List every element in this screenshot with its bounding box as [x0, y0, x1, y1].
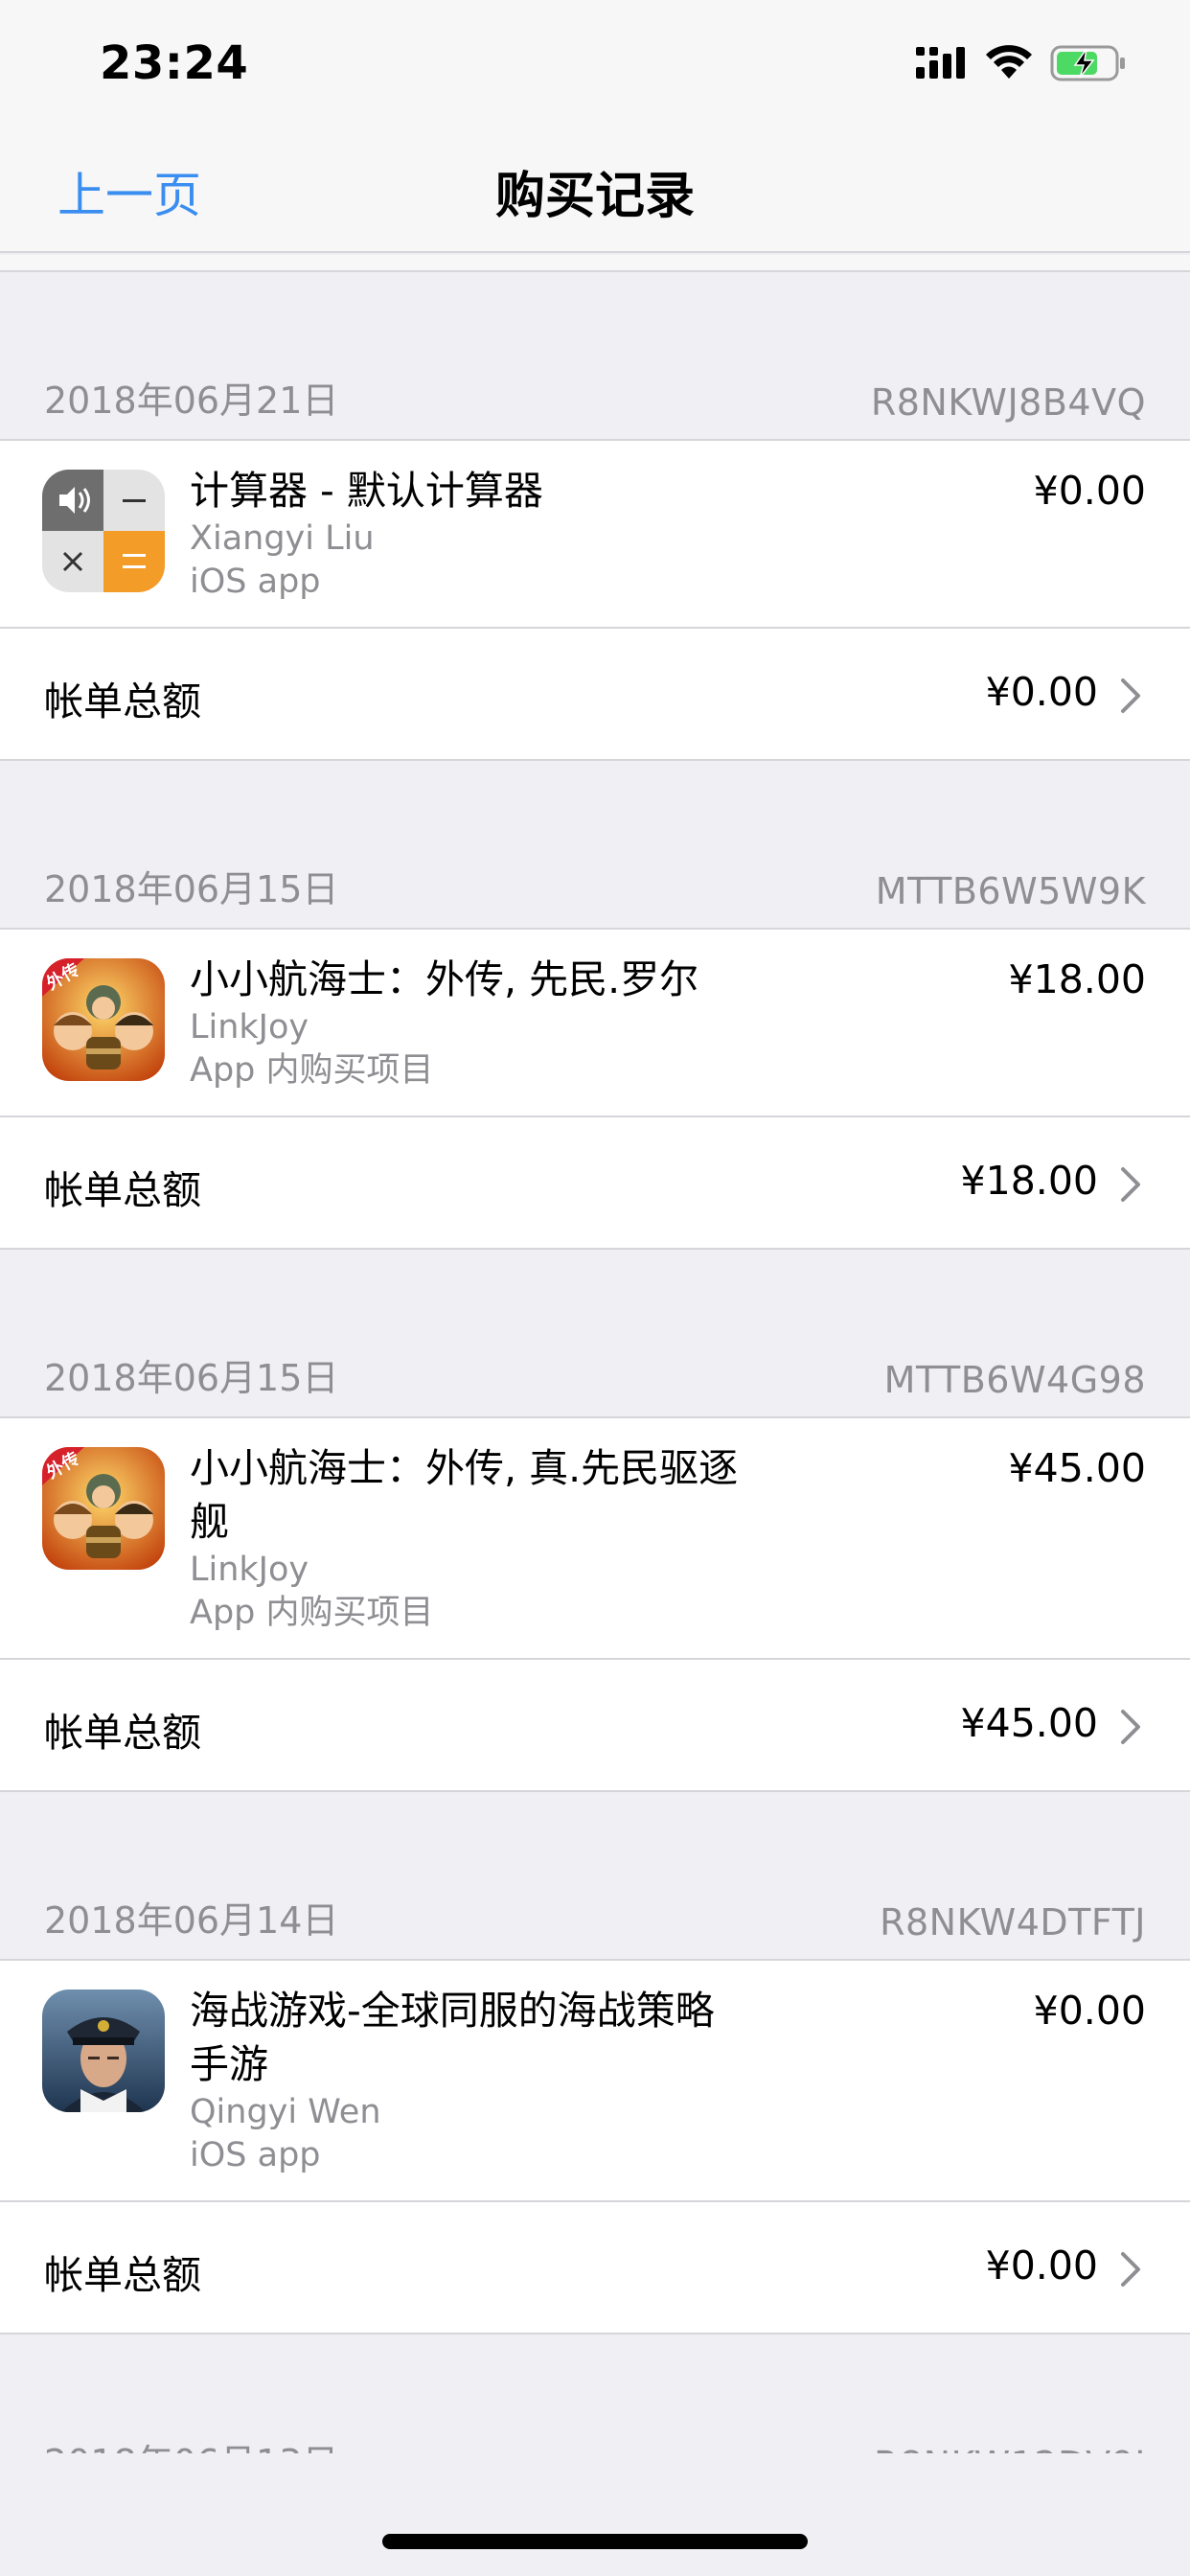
order-id: MTTB6W4G98	[883, 1359, 1146, 1401]
status-bar: 23:24	[0, 0, 1190, 126]
bill-total-row[interactable]: 帐单总额 ¥0.00	[0, 629, 1190, 761]
item-price: ¥45.00	[1008, 1445, 1146, 1491]
bill-total-label: 帐单总额	[44, 2252, 201, 2298]
item-title: 小小航海士：外传, 真.先民驱逐	[190, 1445, 739, 1491]
item-info: 计算器 - 默认计算器 Xiangyi Liu iOS app	[190, 464, 784, 604]
item-type: App 内购买项目	[190, 1594, 434, 1632]
item-developer: Xiangyi Liu	[190, 519, 375, 558]
naval-captain-game-icon	[42, 1990, 165, 2112]
purchase-item-row[interactable]: 外传 小小航海士：外传, 真.先民驱逐 舰 LinkJoy App 内购买项目 …	[0, 1416, 1190, 1660]
group-header: 2018年06月14日 R8NKW4DTFTJ	[0, 1792, 1190, 1959]
purchase-date: 2018年06月14日	[44, 1899, 339, 1942]
navigator-game-icon: 外传	[42, 1447, 165, 1570]
battery-charging-icon	[1050, 45, 1125, 81]
bill-total-label: 帐单总额	[44, 678, 201, 724]
calculator-app-icon	[42, 470, 165, 592]
item-type: App 内购买项目	[190, 1051, 434, 1090]
item-info: 小小航海士：外传, 真.先民驱逐 舰 LinkJoy App 内购买项目	[190, 1441, 784, 1635]
purchase-date: 2018年06月15日	[44, 1357, 339, 1399]
chevron-right-icon	[1121, 1167, 1140, 1202]
item-type: iOS app	[190, 563, 321, 601]
purchase-item-row[interactable]: 计算器 - 默认计算器 Xiangyi Liu iOS app ¥0.00	[0, 439, 1190, 629]
bill-total-amount: ¥0.00	[985, 669, 1098, 715]
top-divider	[0, 255, 1190, 272]
bill-total-label: 帐单总额	[44, 1710, 201, 1756]
wifi-icon	[986, 45, 1032, 79]
purchase-date: 2018年06月21日	[44, 380, 339, 422]
item-title: 海战游戏-全球同服的海战策略	[190, 1988, 715, 2034]
order-id: R8NKW4DTFTJ	[880, 1901, 1146, 1944]
item-developer: Qingyi Wen	[190, 2093, 381, 2131]
purchase-date: 2018年06月15日	[44, 868, 339, 910]
item-price: ¥0.00	[1033, 468, 1146, 514]
item-price: ¥18.00	[1008, 956, 1146, 1002]
item-title-continued: 手游	[190, 2041, 268, 2087]
bill-total-amount: ¥0.00	[985, 2242, 1098, 2288]
navigation-bar: 上一页 购买记录	[0, 126, 1190, 253]
item-type: iOS app	[190, 2136, 321, 2174]
group-header: 2018年06月15日 MTTB6W4G98	[0, 1250, 1190, 1416]
purchase-group: 2018年06月15日 MTTB6W4G98 外传 小小航海士：外传, 真.先民…	[0, 1250, 1190, 1792]
bill-total-amount: ¥45.00	[960, 1700, 1098, 1746]
chevron-right-icon	[1121, 2252, 1140, 2287]
bill-total-amount: ¥18.00	[960, 1158, 1098, 1204]
item-title: 计算器 - 默认计算器	[190, 468, 543, 514]
group-header: 2018年06月21日 R8NKWJ8B4VQ	[0, 272, 1190, 439]
page-title: 购买记录	[494, 168, 695, 225]
purchase-item-row[interactable]: 海战游戏-全球同服的海战策略 手游 Qingyi Wen iOS app ¥0.…	[0, 1959, 1190, 2202]
group-header: 2018年06月15日 MTTB6W5W9K	[0, 761, 1190, 928]
bill-total-label: 帐单总额	[44, 1167, 201, 1213]
bill-total-row[interactable]: 帐单总额 ¥18.00	[0, 1117, 1190, 1250]
purchase-group: 2018年06月15日 MTTB6W5W9K 外传 小小航海士：外传, 先民.罗…	[0, 761, 1190, 1250]
order-id: MTTB6W5W9K	[875, 870, 1146, 912]
item-developer: LinkJoy	[190, 1008, 309, 1046]
item-info: 海战游戏-全球同服的海战策略 手游 Qingyi Wen iOS app	[190, 1984, 784, 2177]
bill-total-row[interactable]: 帐单总额 ¥45.00	[0, 1660, 1190, 1792]
item-info: 小小航海士：外传, 先民.罗尔 LinkJoy App 内购买项目	[190, 953, 784, 1092]
purchase-group: 2018年06月14日 R8NKW4DTFTJ 海战游戏-全球同服的海战策略 手…	[0, 1792, 1190, 2334]
item-price: ¥0.00	[1033, 1988, 1146, 2034]
purchase-list: 2018年06月21日 R8NKWJ8B4VQ 计算器 - 默认计算器 Xian…	[0, 255, 1190, 2501]
bill-total-row[interactable]: 帐单总额 ¥0.00	[0, 2202, 1190, 2334]
item-developer: LinkJoy	[190, 1551, 309, 1589]
navigator-game-icon: 外传	[42, 958, 165, 1081]
home-indicator[interactable]	[382, 2534, 808, 2549]
purchase-item-row[interactable]: 外传 小小航海士：外传, 先民.罗尔 LinkJoy App 内购买项目 ¥18…	[0, 928, 1190, 1117]
chevron-right-icon	[1121, 1710, 1140, 1744]
cellular-signal-icon	[916, 47, 965, 79]
chevron-right-icon	[1121, 678, 1140, 713]
item-title-continued: 舰	[190, 1499, 229, 1545]
item-title: 小小航海士：外传, 先民.罗尔	[190, 956, 699, 1002]
purchase-group: 2018年06月21日 R8NKWJ8B4VQ 计算器 - 默认计算器 Xian…	[0, 272, 1190, 761]
status-time: 23:24	[100, 36, 249, 90]
order-id: R8NKWJ8B4VQ	[870, 381, 1146, 424]
bottom-safe-area	[0, 2453, 1190, 2576]
purchase-history-screen: 23:24 上一页 购买记录 2018年06月21日 R8NKWJ8B4VQ 计…	[0, 0, 1190, 2576]
